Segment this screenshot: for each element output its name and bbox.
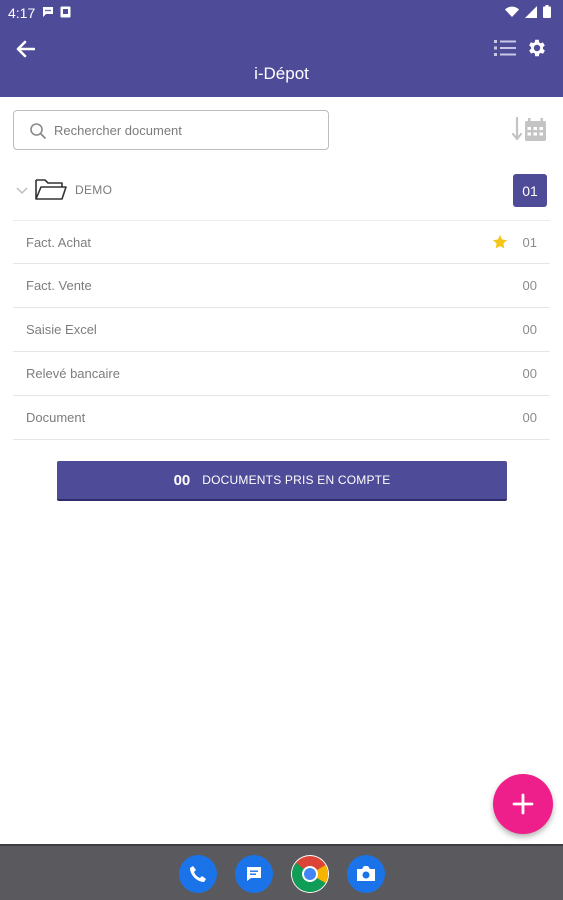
list-item-saisie-excel[interactable]: Saisie Excel 00 bbox=[13, 308, 550, 352]
list-item-label: Relevé bancaire bbox=[26, 366, 120, 381]
chevron-down-icon[interactable] bbox=[14, 182, 30, 198]
folder-open-icon bbox=[35, 179, 67, 200]
list-item-label: Saisie Excel bbox=[26, 322, 97, 337]
chat-notification-icon bbox=[43, 7, 53, 17]
app-header: 4:17 i-Dépot bbox=[0, 0, 563, 97]
folder-name: DEMO bbox=[75, 183, 113, 197]
battery-icon bbox=[543, 5, 551, 18]
category-list: Fact. Achat 01 Fact. Vente 00 Saisie Exc… bbox=[13, 220, 550, 440]
list-item-fact-vente[interactable]: Fact. Vente 00 bbox=[13, 264, 550, 308]
list-item-count: 00 bbox=[522, 278, 537, 293]
list-item-label: Document bbox=[26, 410, 86, 425]
sort-calendar-icon bbox=[511, 116, 546, 141]
summary-label: DOCUMENTS PRIS EN COMPTE bbox=[202, 473, 391, 487]
list-view-button[interactable] bbox=[494, 38, 518, 60]
plus-icon bbox=[512, 793, 534, 815]
folder-row[interactable]: DEMO 01 bbox=[0, 168, 563, 214]
camera-icon bbox=[357, 866, 375, 881]
list-view-icon bbox=[494, 40, 516, 56]
system-dock bbox=[0, 844, 563, 900]
sort-by-date-button[interactable] bbox=[511, 116, 548, 144]
wifi-icon bbox=[505, 6, 519, 17]
list-item-releve-bancaire[interactable]: Relevé bancaire 00 bbox=[13, 352, 550, 396]
signal-icon bbox=[525, 5, 537, 18]
add-document-fab[interactable] bbox=[493, 774, 553, 834]
search-input[interactable] bbox=[54, 119, 322, 141]
phone-app[interactable] bbox=[179, 855, 217, 893]
chrome-app[interactable] bbox=[291, 855, 329, 893]
app-notification-icon bbox=[60, 6, 71, 18]
list-item-label: Fact. Achat bbox=[26, 235, 92, 250]
settings-button[interactable] bbox=[526, 37, 550, 61]
list-item-fact-achat[interactable]: Fact. Achat 01 bbox=[13, 220, 550, 264]
list-item-count: 00 bbox=[522, 410, 537, 425]
back-button[interactable] bbox=[12, 36, 38, 62]
chrome-icon bbox=[292, 856, 328, 892]
summary-count: 00 bbox=[173, 471, 191, 489]
app-bar: i-Dépot bbox=[0, 26, 563, 97]
folder-count-badge: 01 bbox=[513, 174, 547, 207]
list-item-label: Fact. Vente bbox=[26, 278, 92, 293]
arrow-back-icon bbox=[16, 40, 35, 58]
status-bar: 4:17 bbox=[0, 0, 563, 26]
documents-summary-button[interactable]: 00 DOCUMENTS PRIS EN COMPTE bbox=[57, 461, 507, 501]
camera-app[interactable] bbox=[347, 855, 385, 893]
list-item-count: 01 bbox=[522, 235, 537, 250]
page-title: i-Dépot bbox=[254, 64, 309, 83]
phone-icon bbox=[190, 866, 206, 882]
messages-app[interactable] bbox=[235, 855, 273, 893]
status-time: 4:17 bbox=[8, 5, 36, 21]
list-item-count: 00 bbox=[522, 322, 537, 337]
messages-icon bbox=[247, 867, 261, 881]
search-box[interactable] bbox=[13, 110, 329, 150]
gear-icon bbox=[529, 39, 545, 57]
search-icon bbox=[30, 123, 46, 139]
star-icon[interactable] bbox=[492, 234, 508, 250]
list-item-count: 00 bbox=[522, 366, 537, 381]
list-item-document[interactable]: Document 00 bbox=[13, 396, 550, 440]
